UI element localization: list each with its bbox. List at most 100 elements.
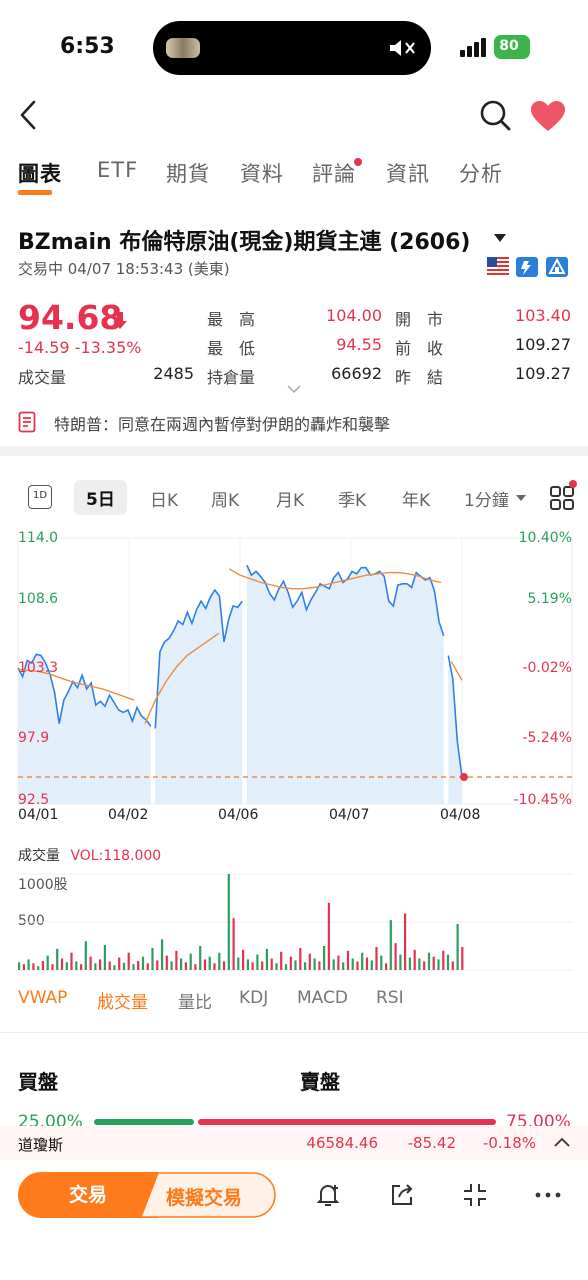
stock-title[interactable]: BZmain 布倫特原油(現金)期貨主連 (2606) xyxy=(18,224,470,256)
stat-label-high: 最 高 xyxy=(207,310,256,329)
simulated-trade-button[interactable]: 模擬交易 xyxy=(140,1172,276,1218)
indicator-volume-ratio[interactable]: 量比 xyxy=(178,988,212,1013)
volume-bar xyxy=(218,952,221,970)
volume-bar xyxy=(318,961,321,970)
more-icon[interactable] xyxy=(533,1180,563,1210)
volume-bar xyxy=(199,946,202,970)
volume-bar xyxy=(280,951,283,970)
price-down-arrow-icon xyxy=(113,312,127,329)
indicator-macd[interactable]: MACD xyxy=(297,988,348,1008)
volume-bar xyxy=(261,961,264,970)
volume-bar xyxy=(356,961,359,970)
price-tick-4: 92.5 xyxy=(18,792,50,808)
volume-chart[interactable] xyxy=(0,870,588,974)
period-dropdown-caret-icon[interactable] xyxy=(516,495,526,501)
indicator-kdj[interactable]: KDJ xyxy=(239,988,268,1008)
chevron-up-icon[interactable] xyxy=(554,1136,570,1148)
tab-comments[interactable]: 評論 xyxy=(312,158,356,188)
back-icon[interactable] xyxy=(16,98,42,132)
period-daily[interactable]: 日K xyxy=(150,486,178,511)
volume-bar xyxy=(22,964,25,970)
tab-chart[interactable]: 圖表 xyxy=(18,158,62,188)
news-headline[interactable]: 特朗普：同意在兩週內暫停對伊朗的轟炸和襲擊 xyxy=(18,409,570,435)
expand-chevron-icon[interactable] xyxy=(287,384,301,394)
us-flag-icon xyxy=(487,257,509,277)
price-tick-1: 108.6 xyxy=(18,591,59,607)
volume-bar xyxy=(423,961,426,970)
stat-value-low: 94.55 xyxy=(336,335,382,354)
tab-analysis[interactable]: 分析 xyxy=(459,158,503,188)
tab-futures[interactable]: 期貨 xyxy=(166,158,210,188)
volume-bar xyxy=(70,952,73,970)
now-playing-thumbnail xyxy=(166,38,200,58)
volume-bar xyxy=(213,963,216,970)
mute-icon xyxy=(390,40,415,56)
volume-bar xyxy=(265,948,268,970)
1d-icon[interactable]: 1D xyxy=(28,485,52,509)
tab-news[interactable]: 資訊 xyxy=(386,158,430,188)
period-1min[interactable]: 1分鐘 xyxy=(464,486,509,511)
volume-chart-value: VOL:118.000 xyxy=(70,848,162,864)
news-document-icon xyxy=(18,411,36,433)
volume-bar xyxy=(246,959,249,970)
volume-bar xyxy=(175,950,178,970)
indicator-vwap[interactable]: VWAP xyxy=(18,988,67,1008)
price-chart[interactable] xyxy=(0,526,588,826)
volume-bar xyxy=(113,965,116,970)
period-yearly[interactable]: 年K xyxy=(402,486,430,511)
ask-ratio-bar xyxy=(198,1119,496,1125)
period-selector: 1D 5日 日K 周K 月K 季K 年K 1分鐘 xyxy=(0,480,588,516)
volume-bar xyxy=(456,923,459,970)
favorite-heart-icon[interactable] xyxy=(530,100,566,132)
battery-icon: 80 xyxy=(494,35,534,59)
index-ticker[interactable]: 道瓊斯 46584.46 -85.42 -0.18% xyxy=(0,1126,588,1160)
status-time: 6:53 xyxy=(60,34,115,59)
volume-bar xyxy=(180,958,183,970)
price-tick-0: 114.0 xyxy=(18,530,59,546)
period-monthly[interactable]: 月K xyxy=(276,486,304,511)
volume-bar xyxy=(194,964,197,970)
search-icon[interactable] xyxy=(478,98,512,132)
last-price-dot xyxy=(460,773,468,782)
volume-bar xyxy=(232,918,235,970)
battery-level: 80 xyxy=(499,38,519,54)
depth-quote-icon xyxy=(546,257,568,277)
trade-button[interactable]: 交易 xyxy=(18,1172,158,1218)
volume-bar xyxy=(323,946,326,970)
tab-etf[interactable]: ETF xyxy=(97,158,138,182)
volume-bar xyxy=(99,959,102,970)
volume-bar xyxy=(251,962,254,970)
volume-bar xyxy=(451,961,454,970)
volume-bar xyxy=(370,960,373,970)
period-weekly[interactable]: 周K xyxy=(211,486,239,511)
layout-grid-icon[interactable] xyxy=(550,486,574,510)
collapse-icon[interactable] xyxy=(460,1180,490,1210)
stat-label-prev-settle: 昨 結 xyxy=(395,368,444,387)
volume-bar xyxy=(222,961,226,970)
indicator-volume[interactable]: 成交量 xyxy=(97,988,148,1013)
date-tick-3: 04/07 xyxy=(329,807,370,823)
price-alert-bell-icon[interactable] xyxy=(313,1180,343,1210)
indicator-rsi[interactable]: RSI xyxy=(376,988,404,1008)
contract-dropdown-caret-icon[interactable] xyxy=(494,234,506,242)
volume-bar xyxy=(84,941,87,970)
index-name: 道瓊斯 xyxy=(18,1136,64,1154)
index-percent: -0.18% xyxy=(482,1134,536,1152)
volume-bar xyxy=(37,966,40,970)
date-tick-2: 04/06 xyxy=(218,807,259,823)
volume-bar xyxy=(275,963,278,970)
volume-bar xyxy=(94,963,97,970)
cellular-signal-icon xyxy=(460,38,486,57)
volume-bar xyxy=(56,948,59,970)
comments-notification-dot xyxy=(354,158,362,166)
volume-bar xyxy=(137,960,140,970)
period-quarterly[interactable]: 季K xyxy=(338,486,366,511)
trade-status: 交易中 04/07 18:53:43 (美東) xyxy=(18,260,230,278)
volume-bar xyxy=(399,954,402,970)
share-icon[interactable] xyxy=(387,1180,417,1210)
tab-data[interactable]: 資料 xyxy=(240,158,284,188)
price-area-1 xyxy=(155,590,243,804)
volume-bar xyxy=(151,947,154,970)
period-5d[interactable]: 5日 xyxy=(74,480,127,515)
volume-bar xyxy=(203,959,207,970)
